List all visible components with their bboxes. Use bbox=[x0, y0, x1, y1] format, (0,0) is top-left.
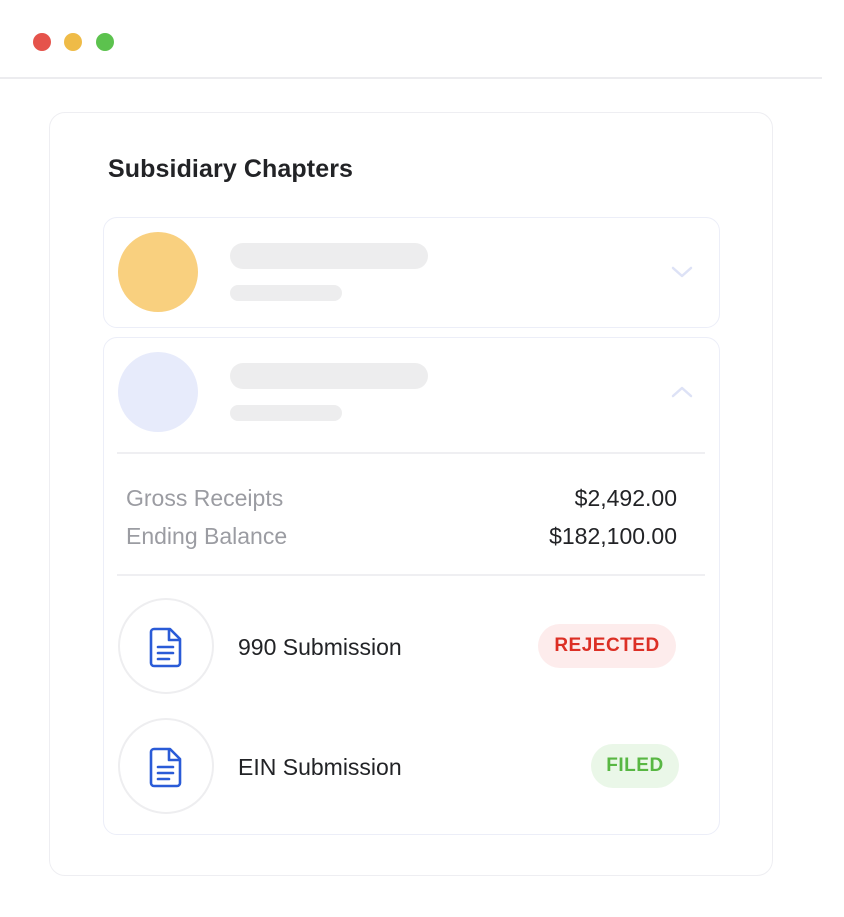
card-title: Subsidiary Chapters bbox=[108, 155, 354, 183]
document-icon-container[interactable] bbox=[118, 718, 214, 814]
skeleton-subtitle-placeholder bbox=[230, 405, 342, 421]
ending-balance-label: Ending Balance bbox=[126, 523, 288, 549]
divider bbox=[117, 452, 705, 454]
skeleton-title-placeholder bbox=[230, 243, 428, 269]
avatar bbox=[118, 232, 198, 312]
ending-balance-value: $182,100.00 bbox=[549, 523, 677, 549]
subsidiary-chapters-card: Subsidiary Chapters Gross Receipts $2,49… bbox=[49, 112, 773, 876]
status-badge-filed: FILED bbox=[591, 744, 679, 788]
skeleton-title-placeholder bbox=[230, 363, 428, 389]
maximize-window-button[interactable] bbox=[96, 33, 114, 51]
chevron-up-icon[interactable] bbox=[670, 382, 694, 402]
minimize-window-button[interactable] bbox=[64, 33, 82, 51]
status-badge-rejected: REJECTED bbox=[538, 624, 676, 668]
document-icon bbox=[149, 747, 182, 788]
chevron-down-icon[interactable] bbox=[670, 262, 694, 282]
close-window-button[interactable] bbox=[33, 33, 51, 51]
chapter-item-collapsed[interactable] bbox=[103, 217, 720, 328]
app-window: Subsidiary Chapters Gross Receipts $2,49… bbox=[0, 0, 822, 917]
chapter-item-expanded[interactable]: Gross Receipts $2,492.00 Ending Balance … bbox=[103, 337, 720, 835]
gross-receipts-label: Gross Receipts bbox=[126, 485, 284, 511]
document-label-990[interactable]: 990 Submission bbox=[238, 634, 402, 661]
skeleton-subtitle-placeholder bbox=[230, 285, 342, 301]
divider bbox=[117, 574, 705, 576]
window-titlebar bbox=[0, 0, 822, 79]
avatar bbox=[118, 352, 198, 432]
document-label-ein[interactable]: EIN Submission bbox=[238, 754, 402, 781]
gross-receipts-value: $2,492.00 bbox=[574, 485, 677, 511]
document-icon bbox=[149, 627, 182, 668]
document-icon-container[interactable] bbox=[118, 598, 214, 694]
